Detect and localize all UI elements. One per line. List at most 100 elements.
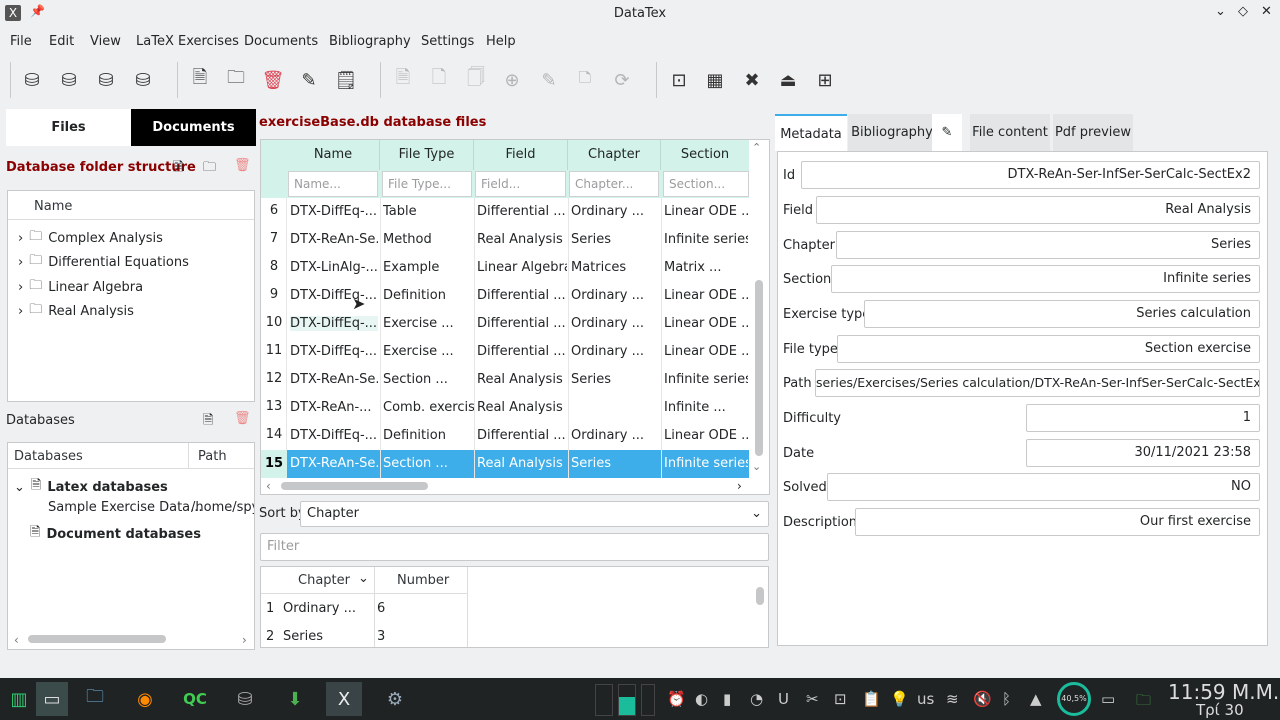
maximize-icon[interactable]: ◇ — [1238, 4, 1248, 19]
remove-database-icon[interactable]: ⛁ — [94, 68, 118, 92]
scroll-up-icon[interactable]: ⌃ — [752, 141, 761, 154]
kdeconnect-icon[interactable]: ▮ — [723, 690, 731, 708]
minimize-icon[interactable]: ⌄ — [1215, 4, 1226, 19]
field-field[interactable]: Real Analysis — [816, 196, 1260, 224]
open-folder-icon[interactable]: 🗀 — [224, 67, 248, 92]
database-app-icon[interactable]: ⛁ — [228, 682, 262, 716]
drive-icon[interactable]: ⏏ — [776, 68, 800, 92]
refresh-icon[interactable]: ⟳ — [610, 68, 634, 92]
horizontal-scrollbar[interactable] — [28, 635, 166, 643]
scroll-left-icon[interactable]: ‹ — [266, 479, 271, 493]
datatex-task-icon[interactable]: X — [326, 682, 362, 716]
remove-database-small-icon[interactable]: 🗑 — [234, 411, 251, 426]
qtcreator-icon[interactable]: QC — [178, 682, 212, 716]
sort-select[interactable]: Chapter ⌄ — [300, 501, 769, 527]
add-database-small-icon[interactable]: 🗎 — [203, 411, 213, 433]
open-database-icon[interactable]: ⛁ — [57, 68, 81, 92]
scroll-right-icon[interactable]: › — [242, 633, 247, 647]
menu-edit[interactable]: Edit — [49, 34, 74, 49]
chevron-right-icon[interactable]: › — [18, 231, 23, 246]
pdf-file-icon[interactable]: 🗎 — [391, 67, 415, 92]
edit-pencil-icon[interactable]: ✎ — [932, 114, 962, 151]
add-database-icon[interactable]: ⛁ — [20, 68, 44, 92]
tray-expand-icon[interactable]: ▲ — [1030, 690, 1042, 708]
export-icon[interactable]: 🗋 — [427, 67, 451, 92]
table-row-selected[interactable]: 15DTX-ReAn-Se...Section ...Real Analysis… — [261, 450, 749, 478]
filter-field[interactable]: Field... — [475, 171, 566, 197]
delete-icon[interactable]: 🗑 — [261, 68, 285, 92]
magnet-icon[interactable]: U — [778, 690, 789, 708]
new-file-icon[interactable]: 🗎 — [188, 67, 212, 92]
table-row[interactable]: 10DTX-DiffEq-...Exercise ...Differential… — [261, 310, 749, 338]
tree-item[interactable]: › 🗀 Complex Analysis — [18, 227, 163, 249]
note-icon[interactable]: 🗅 — [573, 67, 597, 92]
clipboard-icon[interactable]: 📋 — [862, 690, 881, 708]
id-field[interactable]: DTX-ReAn-Ser-InfSer-SerCalc-SectEx2 — [801, 161, 1260, 189]
chevron-right-icon[interactable]: › — [18, 280, 23, 295]
difficulty-field[interactable]: 1 — [1026, 404, 1260, 432]
workspace-pager[interactable] — [618, 684, 636, 716]
summary-col-chapter[interactable]: Chapter — [298, 573, 350, 588]
menu-documents[interactable]: Documents — [244, 34, 318, 49]
close-circle-icon[interactable]: ✖ — [740, 68, 764, 92]
tab-file-content[interactable]: File content — [970, 114, 1050, 151]
screenshot-icon[interactable]: ✂ — [806, 690, 819, 708]
menu-latex-exercises[interactable]: LaTeX Exercises — [136, 34, 239, 49]
col-name[interactable]: Name — [287, 140, 380, 170]
section-field[interactable]: Infinite series — [831, 265, 1260, 293]
file-manager-icon[interactable]: 🗀 — [78, 682, 112, 716]
scroll-down-icon[interactable]: ⌄ — [752, 460, 761, 473]
file-type-field[interactable]: Section exercise — [837, 335, 1260, 363]
summary-col-number[interactable]: Number — [397, 573, 450, 588]
keyboard-layout[interactable]: us — [917, 690, 934, 708]
filter-chapter[interactable]: Chapter... — [569, 171, 659, 197]
new-folder-small-icon[interactable]: 🗀 — [203, 158, 216, 180]
db-latex-row[interactable]: ⌄ 🗎 Latex databases — [14, 476, 168, 498]
chevron-down-icon[interactable]: ⌄ — [14, 480, 25, 495]
table-row[interactable]: 7DTX-ReAn-Se...MethodReal AnalysisSeries… — [261, 226, 749, 254]
table-row[interactable]: 8DTX-LinAlg-...ExampleLinear AlgebraMatr… — [261, 254, 749, 282]
new-file-small-icon[interactable]: 🗎 — [173, 158, 183, 180]
chevron-right-icon[interactable]: › — [18, 304, 23, 319]
date-field[interactable]: 30/11/2021 23:58 — [1026, 439, 1260, 467]
filter-file-type[interactable]: File Type... — [382, 171, 472, 197]
summary-cell[interactable]: Series — [283, 629, 323, 644]
tab-pdf-preview[interactable]: Pdf preview — [1053, 114, 1133, 151]
firefox-icon[interactable]: ◉ — [128, 682, 162, 716]
folder-tray-icon[interactable]: 🗀 — [1136, 690, 1151, 715]
summary-cell[interactable]: Ordinary ... — [283, 601, 356, 616]
delete-small-icon[interactable]: 🗑 — [234, 158, 251, 173]
path-field[interactable]: series/Exercises/Series calculation/DTX-… — [815, 369, 1260, 397]
table-row[interactable]: 11DTX-DiffEq-...Exercise ...Differential… — [261, 338, 749, 366]
table-row[interactable]: 14DTX-DiffEq-...DefinitionDifferential .… — [261, 422, 749, 450]
summary-cell[interactable]: 6 — [377, 601, 385, 616]
horizontal-scrollbar[interactable] — [281, 482, 428, 490]
bluetooth-icon[interactable]: ᛒ — [1002, 690, 1011, 708]
update-icon[interactable]: ◐ — [695, 690, 708, 708]
menu-file[interactable]: File — [10, 34, 32, 49]
db-document-row[interactable]: 🗎 Document databases — [30, 523, 201, 545]
col-chapter[interactable]: Chapter — [568, 140, 661, 170]
alarm-icon[interactable]: ⏰ — [667, 690, 686, 708]
menu-view[interactable]: View — [90, 34, 121, 49]
filter-section[interactable]: Section... — [663, 171, 749, 197]
table-row[interactable]: 13DTX-ReAn-...Comb. exerciseReal Analysi… — [261, 394, 749, 422]
download-icon[interactable]: ⬇ — [278, 682, 312, 716]
lightbulb-icon[interactable]: 💡 — [890, 690, 909, 708]
tree-item[interactable]: › 🗀 Linear Algebra — [18, 276, 143, 298]
table-row[interactable]: 12DTX-ReAn-Se...Section ...Real Analysis… — [261, 366, 749, 394]
scroll-left-icon[interactable]: ‹ — [14, 633, 24, 647]
menu-bibliography[interactable]: Bibliography — [329, 34, 411, 49]
table-row[interactable]: 9DTX-DiffEq-...DefinitionDifferential ..… — [261, 282, 749, 310]
dashboard-icon[interactable]: ◔ — [750, 690, 763, 708]
add-circle-icon[interactable]: ⊕ — [500, 68, 524, 92]
sync-database-icon[interactable]: ⛁ — [131, 68, 155, 92]
terminal-icon[interactable]: ⊡ — [667, 68, 691, 92]
filter-name[interactable]: Name... — [288, 171, 378, 197]
exercise-type-field[interactable]: Series calculation — [864, 300, 1260, 328]
app-menu-icon[interactable]: ▥ — [2, 682, 36, 716]
battery-indicator[interactable]: 40,5% — [1057, 682, 1091, 716]
volume-icon[interactable]: 🔇 — [973, 690, 992, 708]
col-section[interactable]: Section — [661, 140, 749, 170]
tab-metadata[interactable]: Metadata — [775, 114, 847, 151]
